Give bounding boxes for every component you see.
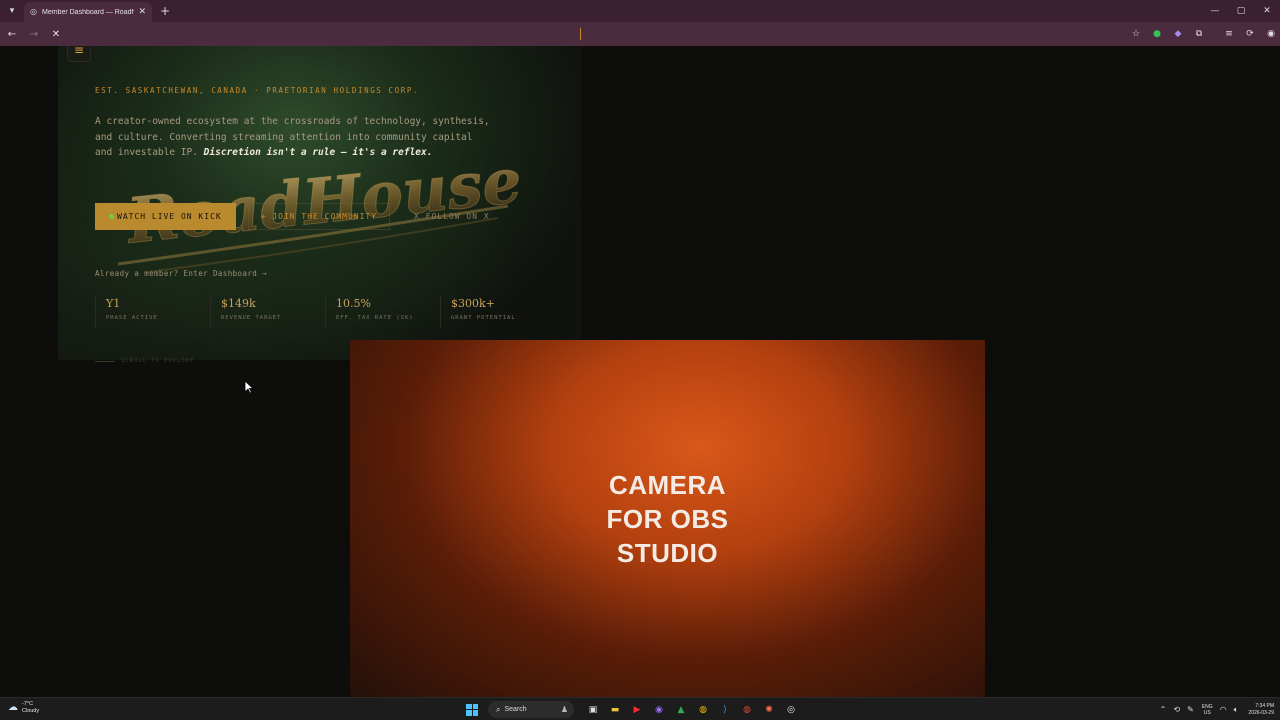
pen-tray-icon[interactable]: ✎ xyxy=(1187,705,1194,714)
obs-studio-icon[interactable]: ◎ xyxy=(783,702,799,718)
lang-bottom: US xyxy=(1203,709,1211,716)
messenger-icon[interactable]: ◉ xyxy=(651,702,667,718)
file-explorer-icon[interactable]: ▬ xyxy=(607,702,623,718)
maximize-icon[interactable]: ▢ xyxy=(1228,0,1254,22)
stat-label: REVENUE TARGET xyxy=(221,315,282,321)
google-drive-icon[interactable]: ▲ xyxy=(673,702,689,718)
live-indicator-icon xyxy=(109,214,114,219)
mouse-cursor-icon xyxy=(244,380,254,394)
forward-icon[interactable]: → xyxy=(24,24,44,44)
webcam-video-preview[interactable]: CAMERA FOR OBS STUDIO xyxy=(350,340,985,697)
media-controls-icon[interactable]: ≡ xyxy=(1220,25,1238,43)
join-community-button[interactable]: + JOIN THE COMMUNITY xyxy=(247,203,391,230)
show-hidden-icons-icon[interactable]: ⌃ xyxy=(1160,705,1167,714)
stat-revenue: $149k REVENUE TARGET xyxy=(210,296,325,328)
app-burst-icon[interactable]: ✺ xyxy=(761,702,777,718)
extension-purple-icon[interactable]: ◆ xyxy=(1169,25,1187,43)
weather-widget[interactable]: ☁ -7°C Cloudy xyxy=(8,701,39,714)
cloud-icon: ☁ xyxy=(8,702,18,713)
taskbar-search[interactable]: ⌕ Search ♟ xyxy=(488,701,574,718)
watch-live-label: WATCH LIVE ON KICK xyxy=(117,212,222,221)
input-language[interactable]: ENG US xyxy=(1202,704,1213,716)
chrome-active-icon[interactable]: ◍ xyxy=(739,702,755,718)
youtube-icon[interactable]: ▶ xyxy=(629,702,645,718)
wifi-icon[interactable]: ◠ xyxy=(1220,705,1227,714)
stat-value: Y1 xyxy=(106,297,121,310)
intro-emphasis: Discretion isn't a rule — it's a reflex. xyxy=(203,147,433,158)
search-icon: ⌕ xyxy=(496,704,501,714)
weather-desc: Cloudy xyxy=(22,707,40,714)
stat-grant: $300k+ GRANT POTENTIAL xyxy=(440,296,555,328)
vscode-icon[interactable]: ⟩ xyxy=(717,702,733,718)
browser-tab-bar: ▾ ◎ Member Dashboard — Roadh ✕ + — ▢ ✕ xyxy=(0,0,1280,22)
follow-on-x-button[interactable]: X FOLLOW ON X xyxy=(402,203,502,230)
profile-sync-icon[interactable]: ⟳ xyxy=(1241,25,1259,43)
windows-taskbar: ☁ -7°C Cloudy ⌕ Search ♟ ▣ ▬ ▶ ◉ ▲ ◍ ⟩ ◍… xyxy=(0,697,1280,720)
clock[interactable]: 7:34 PM 2026-03-29 xyxy=(1248,703,1274,717)
new-tab-icon[interactable]: + xyxy=(160,4,170,18)
stop-loading-icon[interactable]: ✕ xyxy=(46,24,66,44)
scroll-hint-line xyxy=(95,360,115,362)
stat-label: PHASE ACTIVE xyxy=(106,315,158,321)
stat-phase: Y1 PHASE ACTIVE xyxy=(95,296,210,328)
back-icon[interactable]: ← xyxy=(2,24,22,44)
close-window-icon[interactable]: ✕ xyxy=(1254,0,1280,22)
volume-icon[interactable]: 🔈︎ xyxy=(1234,705,1239,715)
system-tray: ⌃ ⟲ ✎ ENG US ◠ 🔈︎ 7:34 PM 2026-03-29 xyxy=(1153,700,1274,719)
minimize-icon[interactable]: — xyxy=(1202,0,1228,22)
stat-value: $149k xyxy=(221,297,256,310)
watch-live-button[interactable]: WATCH LIVE ON KICK xyxy=(95,203,236,230)
hero-eyebrow: EST. SASKATCHEWAN, CANADA · PRAETORIAN H… xyxy=(95,86,420,95)
search-label: Search xyxy=(504,706,527,713)
page-viewport[interactable]: ≡ EST. SASKATCHEWAN, CANADA · PRAETORIAN… xyxy=(0,46,1280,697)
page-favicon-icon: ◎ xyxy=(30,7,37,16)
stat-value: $300k+ xyxy=(451,297,495,310)
stats-row: Y1 PHASE ACTIVE $149k REVENUE TARGET 10.… xyxy=(95,296,555,328)
weather-text: -7°C Cloudy xyxy=(22,701,39,714)
account-avatar-icon[interactable]: ◉ xyxy=(1262,25,1280,43)
stat-label: EFF. TAX RATE (SK) xyxy=(336,315,414,321)
hamburger-menu-icon[interactable]: ≡ xyxy=(67,46,91,62)
tab-title: Member Dashboard — Roadh xyxy=(42,8,135,16)
browser-tab-active[interactable]: ◎ Member Dashboard — Roadh ✕ xyxy=(24,2,152,22)
cta-row: WATCH LIVE ON KICK + JOIN THE COMMUNITY … xyxy=(95,203,502,230)
extensions-puzzle-icon[interactable]: ⧉ xyxy=(1190,25,1208,43)
stat-label: GRANT POTENTIAL xyxy=(451,315,516,321)
grammarly-extension-icon[interactable]: ● xyxy=(1148,25,1166,43)
enter-dashboard-link[interactable]: Already a member? Enter Dashboard → xyxy=(95,269,267,278)
hero-intro: A creator-owned ecosystem at the crossro… xyxy=(95,114,495,161)
taskbar-apps: ⌕ Search ♟ ▣ ▬ ▶ ◉ ▲ ◍ ⟩ ◍ ✺ ◎ xyxy=(466,700,802,719)
stat-tax-rate: 10.5% EFF. TAX RATE (SK) xyxy=(325,296,440,328)
clock-date: 2026-03-29 xyxy=(1248,709,1274,716)
extension-area: ☆ ● ◆ ⧉ ≡ ⟳ ◉ ⋮ xyxy=(1124,22,1280,46)
chrome-icon[interactable]: ◍ xyxy=(695,702,711,718)
clock-time: 7:34 PM xyxy=(1255,702,1274,709)
logo-text: RoadHouse xyxy=(122,146,525,258)
video-caption: CAMERA FOR OBS STUDIO xyxy=(606,470,729,568)
task-view-icon[interactable]: ▣ xyxy=(585,702,601,718)
address-bar-caret[interactable] xyxy=(580,28,581,40)
browser-toolbar: ← → ✕ ☆ ● ◆ ⧉ ≡ ⟳ ◉ ⋮ xyxy=(0,22,1280,46)
bookmark-star-icon[interactable]: ☆ xyxy=(1127,25,1145,43)
tab-search-icon[interactable]: ▾ xyxy=(4,3,20,19)
search-highlight-icon: ♟ xyxy=(560,705,568,714)
scroll-hint-text: SCROLL TO EXPLORE xyxy=(121,358,195,364)
lang-top: ENG xyxy=(1201,703,1213,710)
scroll-hint: SCROLL TO EXPLORE xyxy=(95,358,194,364)
stat-value: 10.5% xyxy=(336,297,371,310)
window-controls: — ▢ ✕ xyxy=(1202,0,1280,22)
tab-close-icon[interactable]: ✕ xyxy=(138,7,146,17)
sync-tray-icon[interactable]: ⟲ xyxy=(1173,705,1180,714)
windows-start-icon[interactable] xyxy=(466,703,478,716)
